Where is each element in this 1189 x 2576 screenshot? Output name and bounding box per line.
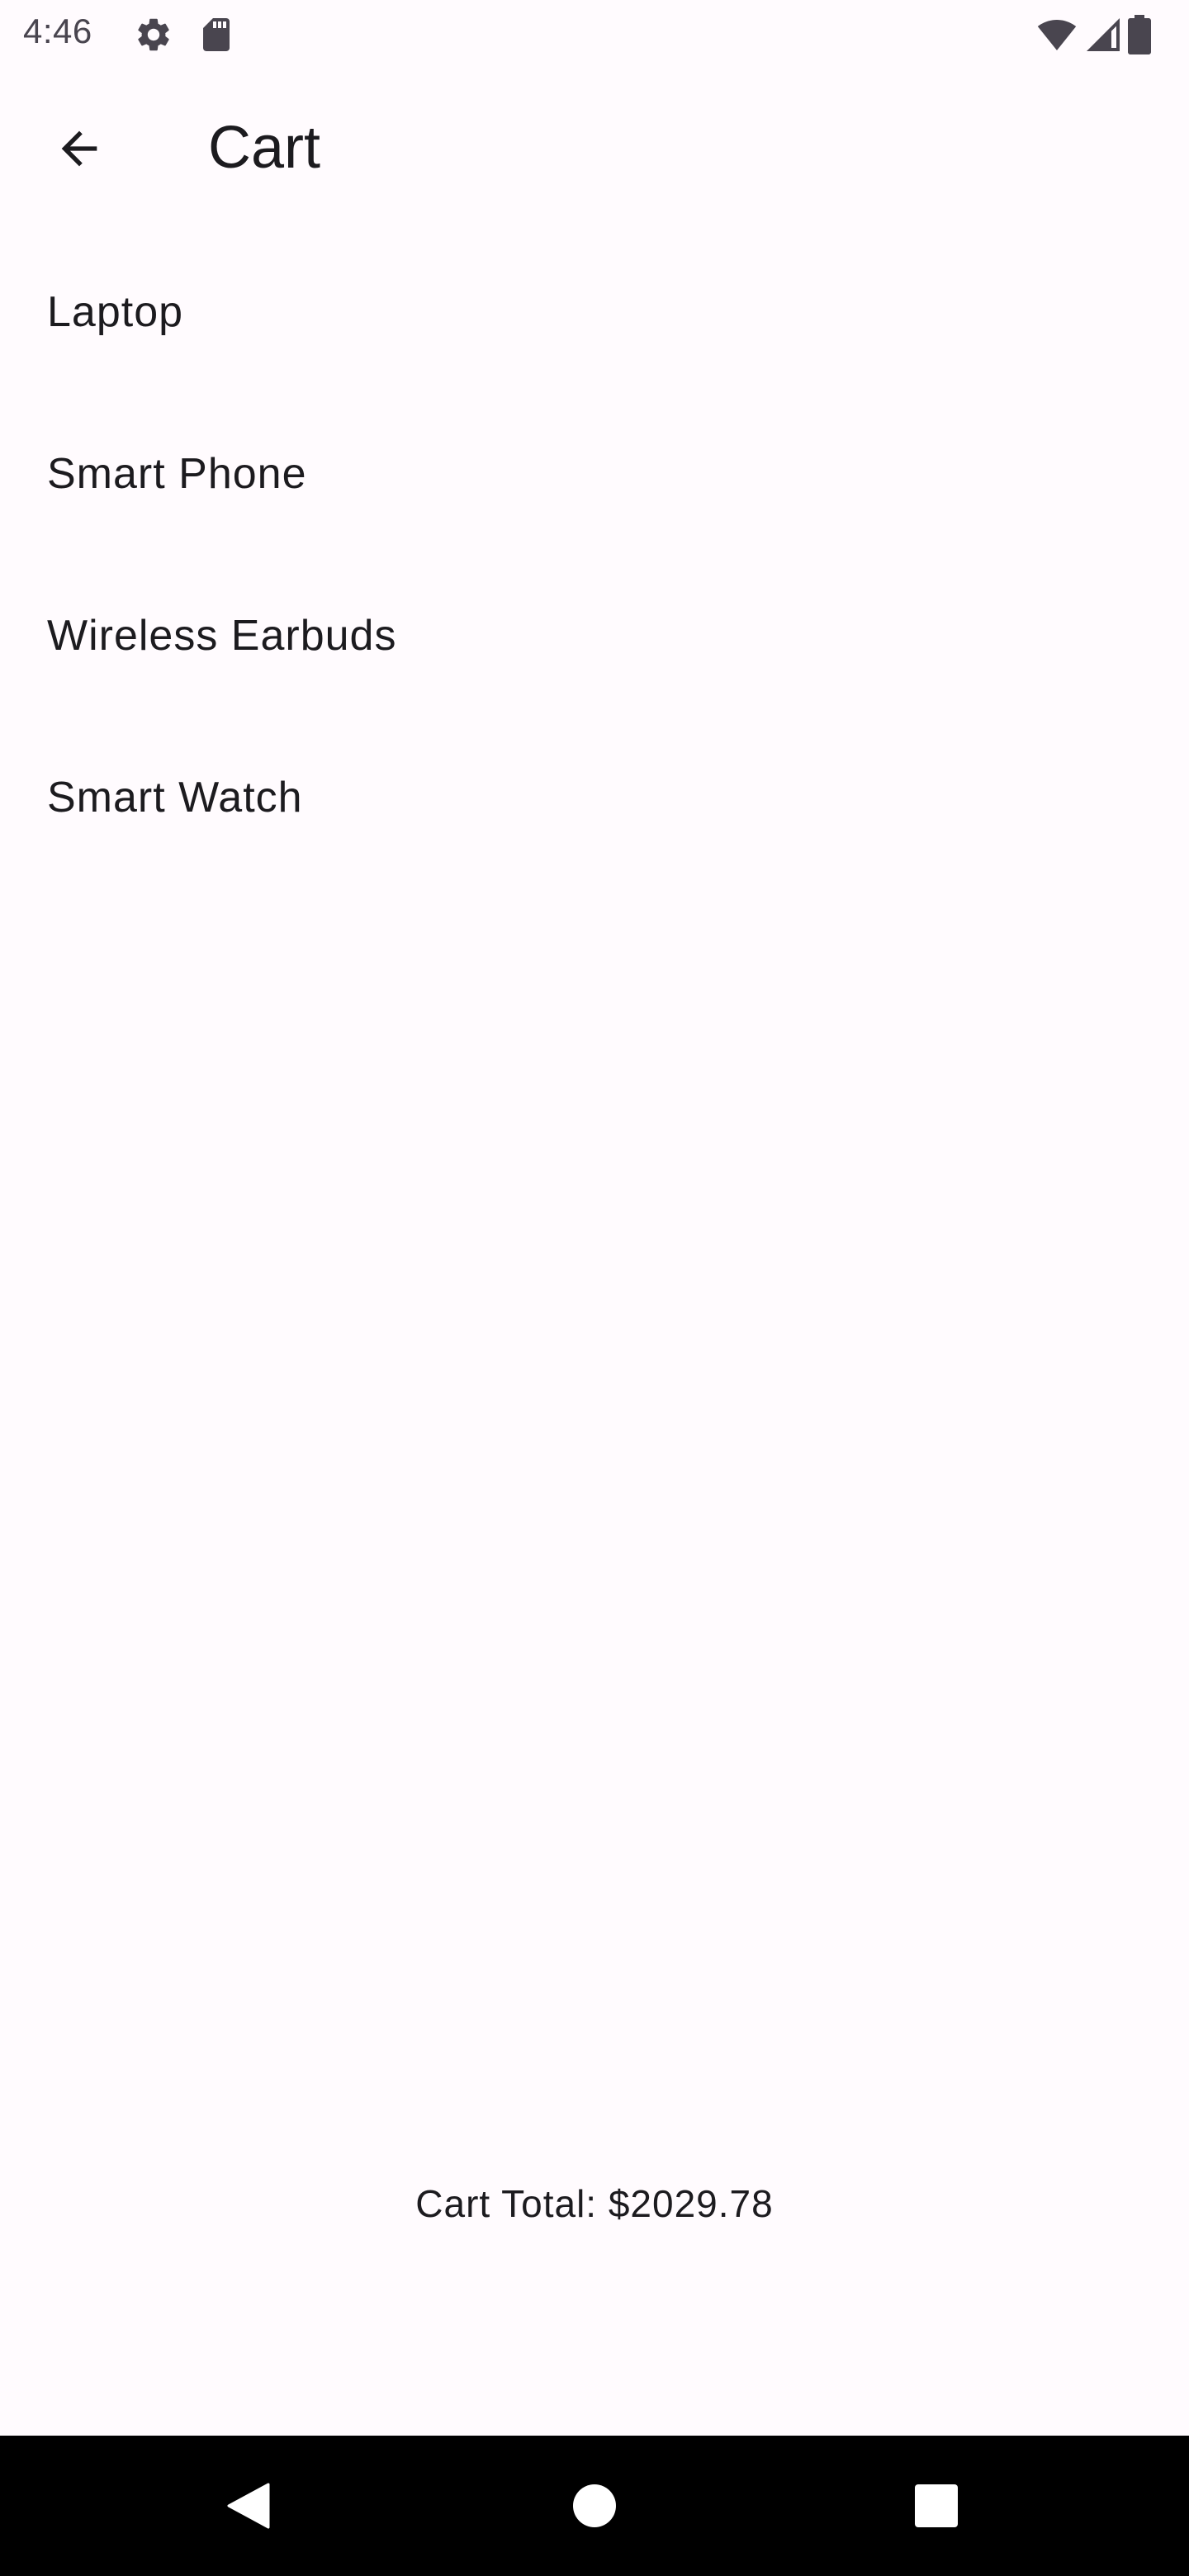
signal-icon	[1083, 15, 1123, 54]
nav-back-button[interactable]	[215, 2473, 281, 2539]
cart-list: Laptop Smart Phone Wireless Earbuds Smar…	[0, 231, 1189, 878]
nav-home-button[interactable]	[561, 2473, 628, 2539]
nav-recents-button[interactable]	[903, 2473, 969, 2539]
cart-item-smart-phone[interactable]: Smart Phone	[0, 393, 1189, 555]
gear-icon	[134, 15, 173, 54]
cart-total: Cart Total: $2029.78	[415, 2182, 774, 2225]
back-button[interactable]	[40, 109, 119, 188]
cart-item-label: Wireless Earbuds	[47, 612, 397, 660]
cart-item-label: Laptop	[47, 288, 184, 336]
arrow-back-icon	[53, 122, 106, 175]
cart-item-smart-watch[interactable]: Smart Watch	[0, 717, 1189, 878]
system-nav-bar	[0, 2436, 1189, 2576]
status-time: 4:46	[23, 12, 92, 50]
cart-item-laptop[interactable]: Laptop	[0, 231, 1189, 393]
page-title: Cart	[208, 115, 321, 181]
recents-square-icon	[914, 2484, 959, 2528]
battery-icon	[1125, 15, 1154, 54]
cart-item-wireless-earbuds[interactable]: Wireless Earbuds	[0, 555, 1189, 717]
status-bar: 4:46	[0, 0, 1189, 69]
sd-card-icon	[197, 15, 236, 54]
cart-item-label: Smart Watch	[47, 774, 303, 822]
wifi-icon	[1037, 15, 1077, 54]
home-circle-icon	[572, 2484, 617, 2528]
cart-item-label: Smart Phone	[47, 450, 307, 498]
top-app-bar: Cart	[0, 83, 1189, 215]
back-triangle-icon	[225, 2483, 270, 2529]
